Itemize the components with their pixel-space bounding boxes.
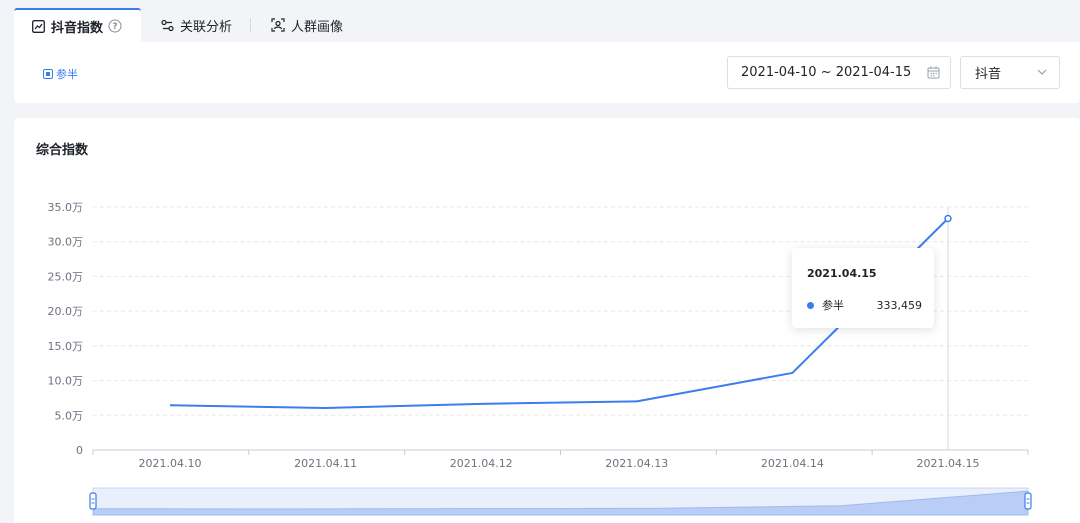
y-tick-label: 10.0万: [48, 375, 84, 388]
tab-bar: 抖音指数 ? 关联分析 人群画像: [0, 0, 1080, 42]
x-tick-label: 2021.04.15: [917, 457, 980, 470]
y-tick-label: 15.0万: [48, 340, 84, 353]
tab-douyin-index[interactable]: 抖音指数 ?: [14, 8, 141, 42]
platform-value: 抖音: [975, 67, 1002, 82]
brand-label: 参半: [56, 68, 78, 81]
tooltip-row: 参半 333,459: [807, 297, 922, 313]
svg-text:?: ?: [112, 22, 117, 32]
tab-crowd-profile[interactable]: 人群画像: [271, 8, 343, 42]
tab-label: 抖音指数: [51, 20, 104, 36]
checkbox-square-icon: [43, 69, 53, 79]
series-dot-icon: [807, 301, 814, 309]
calendar-icon: [927, 66, 940, 79]
x-tick-label: 2021.04.10: [139, 457, 202, 470]
tab-label: 人群画像: [291, 19, 344, 35]
user-scan-icon: [271, 18, 285, 32]
y-tick-label: 0: [76, 444, 83, 457]
x-tick-label: 2021.04.14: [761, 457, 824, 470]
tooltip-date: 2021.04.15: [807, 267, 877, 280]
zoom-handle-grip: [1024, 492, 1032, 510]
tooltip-value: 333,459: [876, 298, 923, 312]
zoom-handle-right[interactable]: [1024, 492, 1032, 510]
link-icon: [161, 19, 174, 31]
date-range-value: 2021-04-10 ~ 2021-04-15: [741, 65, 912, 80]
chart-card: 综合指数 0 5.0万 10.0万 15.0万 20.0万 25.0万 30.0万 35.0万…: [14, 118, 1080, 523]
filter-bar: 参半 2021-04-10 ~ 2021-04-15 抖音: [14, 42, 1080, 103]
platform-select[interactable]: 抖音: [960, 56, 1060, 89]
tab-label: 关联分析: [180, 19, 233, 35]
y-tick-label: 5.0万: [55, 409, 84, 422]
tab-divider: [250, 18, 251, 32]
chart-tooltip: 2021.04.15 参半 333,459: [792, 248, 934, 328]
date-range-picker[interactable]: 2021-04-10 ~ 2021-04-15: [727, 56, 951, 89]
brand-legend-chip[interactable]: 参半: [43, 66, 78, 82]
zoom-handle-left[interactable]: [89, 492, 97, 510]
zoom-handle-grip: [89, 492, 97, 510]
help-circle-icon[interactable]: ?: [108, 19, 122, 33]
y-tick-label: 25.0万: [48, 270, 84, 283]
y-tick-label: 30.0万: [48, 236, 84, 249]
trend-chart-icon: [32, 19, 45, 33]
x-tick-label: 2021.04.13: [605, 457, 668, 470]
tab-related-analysis[interactable]: 关联分析: [161, 8, 232, 42]
tooltip-series-name: 参半: [822, 299, 844, 312]
y-tick-label: 35.0万: [48, 201, 84, 214]
data-point: [944, 214, 952, 223]
x-tick-label: 2021.04.12: [450, 457, 513, 470]
x-tick-label: 2021.04.11: [294, 457, 357, 470]
y-tick-label: 20.0万: [48, 305, 84, 318]
chevron-down-icon: [1037, 69, 1047, 75]
